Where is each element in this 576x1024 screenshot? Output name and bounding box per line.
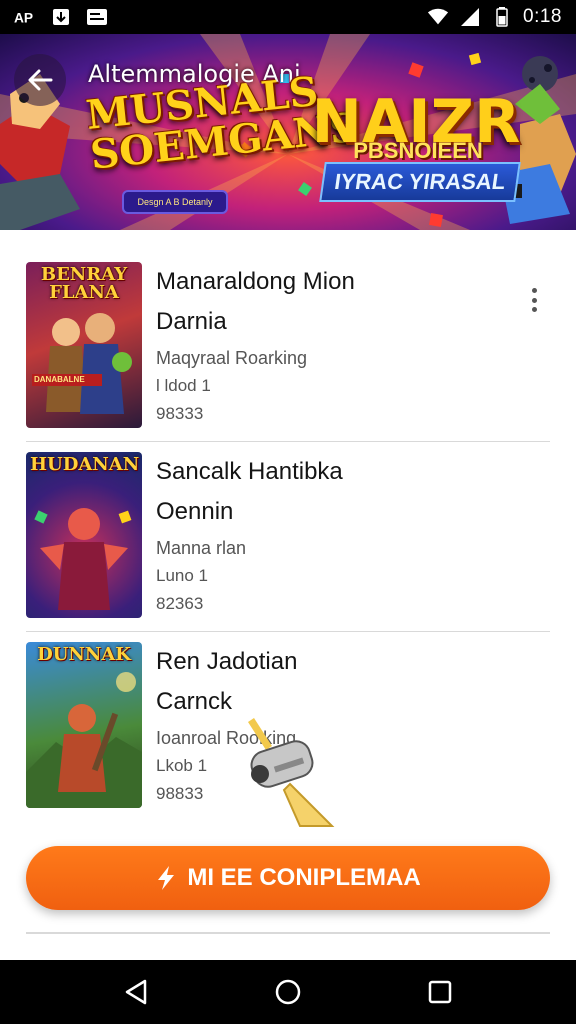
game-thumbnail[interactable]: DUNNAK <box>26 642 142 808</box>
primary-action-label: MI EE CONIPLEMAA <box>187 864 421 891</box>
notification-icon: AP <box>14 7 36 27</box>
game-thumbnail[interactable]: BENRAY FLANA DANABALNE <box>26 262 142 428</box>
game-version: l ldod 1 <box>156 376 211 395</box>
status-time: 0:18 <box>523 6 562 27</box>
svg-text:AP: AP <box>14 11 33 26</box>
divider <box>26 932 550 934</box>
game-title: Sancalk Hantibka <box>156 458 343 485</box>
game-title-line2: Darnia <box>156 308 227 335</box>
thumbnail-badge: DANABALNE <box>34 375 85 384</box>
lightning-icon <box>158 866 175 890</box>
game-list-screen: BENRAY FLANA DANABALNE Manaraldong Mion … <box>0 230 576 960</box>
game-developer: Manna rlan <box>156 538 247 558</box>
game-downloads: 82363 <box>156 594 204 613</box>
game-info: Sancalk Hantibka Oennin Manna rlan Luno … <box>156 452 343 618</box>
list-item[interactable]: HUDANAN Sancalk Hantibka Oennin Manna rl… <box>26 442 550 632</box>
game-downloads: 98333 <box>156 404 204 423</box>
download-icon <box>50 7 72 27</box>
arrow-left-icon <box>28 69 53 91</box>
thumbnail-title: HUDANAN <box>30 454 140 475</box>
circle-home-icon <box>275 979 301 1005</box>
list-item[interactable]: BENRAY FLANA DANABALNE Manaraldong Mion … <box>26 252 550 442</box>
more-options-icon[interactable] <box>524 282 544 318</box>
thumbnail-title: DUNNAK <box>37 644 131 665</box>
nav-home-button[interactable] <box>268 972 308 1012</box>
status-bar: AP 0:18 <box>0 0 576 34</box>
triangle-back-icon <box>125 979 147 1005</box>
signal-icon <box>459 7 481 27</box>
game-version: Luno 1 <box>156 566 208 585</box>
media-icon <box>86 7 108 27</box>
game-developer: Maqyraal Roarking <box>156 348 308 368</box>
nav-back-button[interactable] <box>116 972 156 1012</box>
banner-right-subtitle: PBSNOIEEN <box>353 138 483 163</box>
thumbnail-title: BENRAY FLANA <box>40 264 128 303</box>
game-title: Manaraldong Mion <box>156 268 355 295</box>
cleaning-cursor-icon <box>248 718 335 827</box>
game-title-line2: Oennin <box>156 498 234 525</box>
banner-pill: Desgn A B Detanly <box>122 190 228 214</box>
nav-recents-button[interactable] <box>420 972 460 1012</box>
banner-right-tagline: IYRAC YIRASAL <box>319 162 521 202</box>
back-button[interactable] <box>14 54 66 106</box>
wifi-icon <box>427 7 449 27</box>
system-nav-bar <box>0 960 576 1024</box>
game-info: Manaraldong Mion Darnia Maqyraal Roarkin… <box>156 262 355 428</box>
square-recents-icon <box>428 980 452 1004</box>
game-title: Ren Jadotian <box>156 648 298 675</box>
game-thumbnail[interactable]: HUDANAN <box>26 452 142 618</box>
banner-left-title: MUSNALS SOEMGANS <box>83 67 361 179</box>
promo-banner[interactable]: Altemmalogie Ani MUSNALS SOEMGANS Desgn … <box>0 34 576 230</box>
primary-action-button[interactable]: MI EE CONIPLEMAA <box>26 846 550 910</box>
battery-icon <box>491 7 513 27</box>
